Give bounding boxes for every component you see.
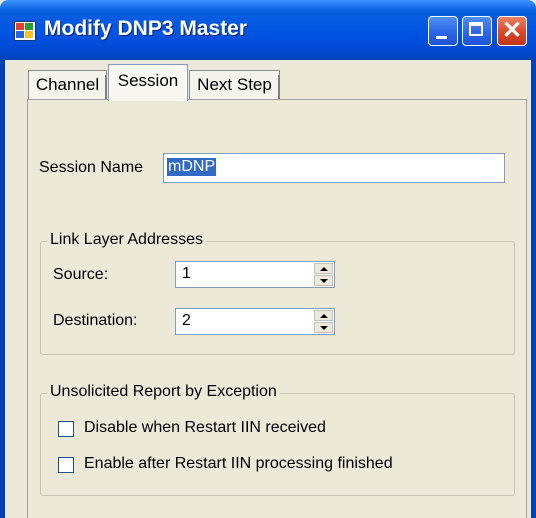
enable-after-restart-iin-label[interactable]: Enable after Restart IIN processing fini… [84,455,393,473]
tab-channel[interactable]: Channel [28,70,107,100]
link-layer-addresses-group: Link Layer Addresses Source: 1 Destinati… [40,231,515,355]
session-name-input[interactable]: mDNP [163,153,505,183]
disable-restart-iin-label[interactable]: Disable when Restart IIN received [84,419,326,437]
minimize-icon [436,36,447,39]
destination-up-button[interactable] [314,310,333,321]
destination-label: Destination: [53,312,138,329]
tab-panel-session: Session Name mDNP Link Layer Addresses S… [27,99,527,518]
tab-next-step[interactable]: Next Step [189,70,280,100]
minimize-button[interactable] [428,16,458,46]
arrow-down-icon [320,279,328,283]
tab-session[interactable]: Session [108,64,188,101]
link-layer-addresses-legend: Link Layer Addresses [47,231,206,249]
dialog-window: Modify DNP3 Master ✕ Channel Session Nex… [0,0,536,518]
window-title: Modify DNP3 Master [44,17,248,40]
source-down-button[interactable] [314,275,333,286]
disable-restart-iin-checkbox[interactable] [58,421,74,437]
unsolicited-report-group: Unsolicited Report by Exception Disable … [40,383,515,496]
close-icon: ✕ [501,17,523,44]
app-window-icon[interactable] [14,21,36,41]
arrow-down-icon [320,326,328,330]
window-frame-left [0,60,5,518]
destination-stepper[interactable]: 2 [175,308,335,335]
maximize-button[interactable] [462,16,492,46]
enable-after-restart-iin-checkbox[interactable] [58,457,74,473]
source-value: 1 [182,265,191,282]
source-up-button[interactable] [314,263,333,274]
unsolicited-report-legend: Unsolicited Report by Exception [47,383,280,401]
destination-value: 2 [182,312,191,329]
session-name-label: Session Name [39,159,144,176]
source-stepper[interactable]: 1 [175,261,335,288]
window-frame-right [531,60,536,518]
arrow-up-icon [320,314,328,318]
maximize-icon [469,22,483,36]
tab-session-label: Session [117,71,179,90]
arrow-up-icon [320,267,328,271]
source-label: Source: [53,266,109,283]
close-button[interactable]: ✕ [497,16,527,46]
destination-down-button[interactable] [314,322,333,333]
tab-channel-label: Channel [35,75,100,94]
title-bar[interactable]: Modify DNP3 Master ✕ [0,0,536,60]
tab-next-step-label: Next Step [197,75,272,94]
session-name-value: mDNP [167,158,217,176]
